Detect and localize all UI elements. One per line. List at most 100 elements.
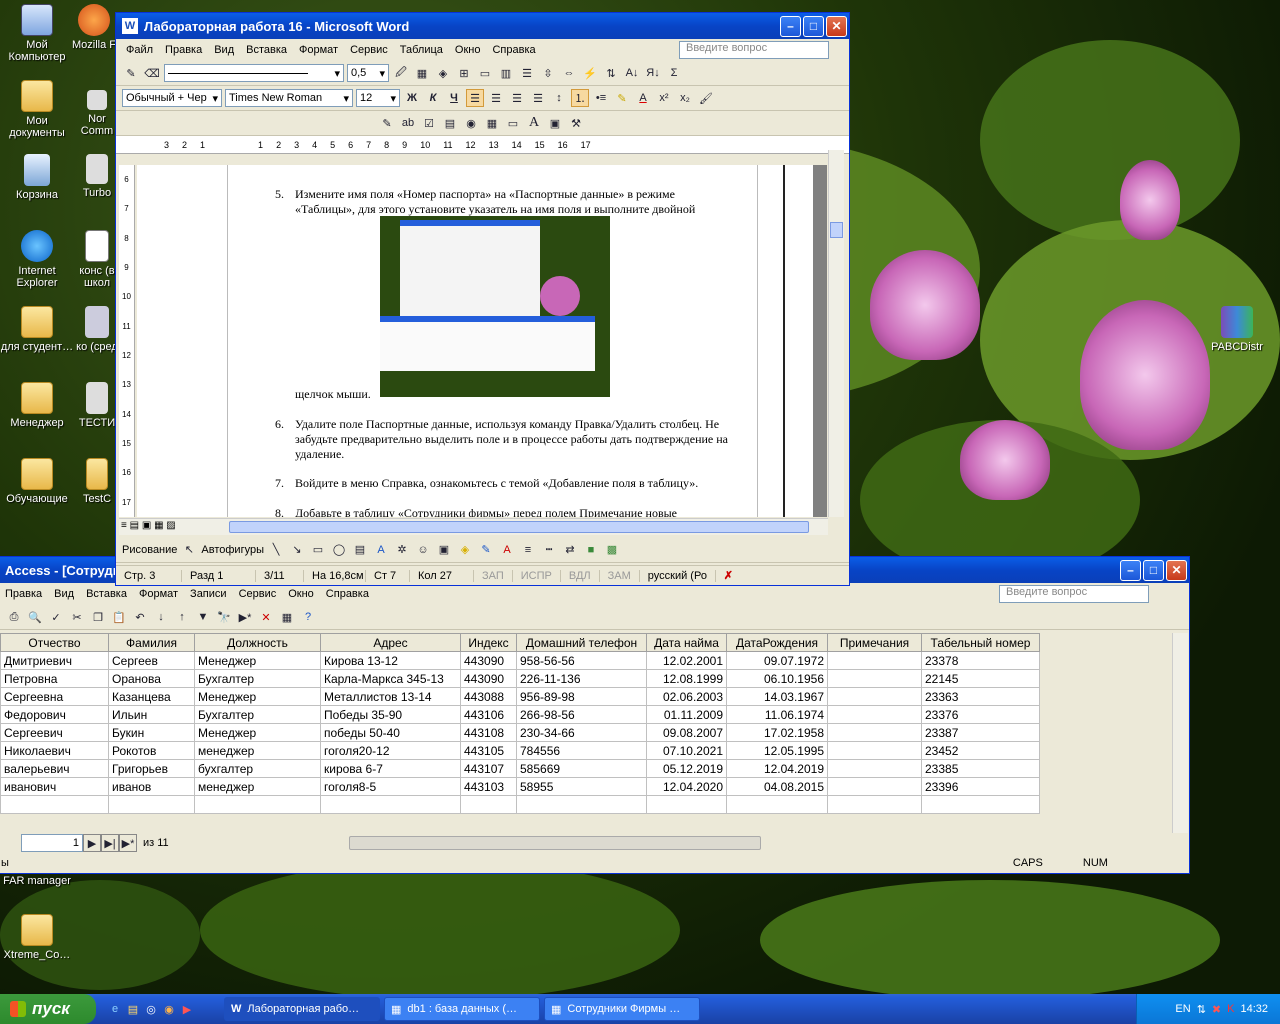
cell[interactable] bbox=[921, 795, 1040, 814]
cell[interactable]: 443103 bbox=[460, 777, 517, 796]
border-color-icon[interactable]: 🖉 bbox=[392, 64, 410, 82]
font-select[interactable]: Times New Roman ▾ bbox=[225, 89, 353, 107]
cell[interactable]: 14.03.1967 bbox=[726, 687, 828, 706]
start-button[interactable]: пуск bbox=[0, 994, 96, 1024]
cell[interactable]: Менеджер bbox=[194, 687, 321, 706]
access-vertical-scrollbar[interactable] bbox=[1172, 633, 1188, 833]
cell[interactable]: Петровна bbox=[0, 669, 109, 688]
word-question-box[interactable]: Введите вопрос bbox=[679, 41, 829, 59]
cell[interactable]: Менеджер bbox=[194, 723, 321, 742]
menu-view[interactable]: Вид bbox=[48, 588, 80, 600]
cell[interactable] bbox=[516, 795, 647, 814]
wordart-icon[interactable]: A bbox=[525, 114, 543, 132]
autoformat-icon[interactable]: ⚡ bbox=[581, 64, 599, 82]
preview-icon[interactable]: 🔍 bbox=[26, 608, 44, 626]
embedded-screenshot[interactable] bbox=[380, 216, 610, 397]
cell[interactable] bbox=[108, 795, 195, 814]
superscript-icon[interactable]: x² bbox=[655, 89, 673, 107]
status-ovr[interactable]: ЗАМ bbox=[600, 569, 640, 582]
cell[interactable]: 443106 bbox=[460, 705, 517, 724]
taskbar-item-db1[interactable]: ▦ db1 : база данных (… bbox=[384, 997, 540, 1021]
desktop-icon-menedzher[interactable]: Менеджер bbox=[0, 382, 74, 429]
delete-record-icon[interactable]: ✕ bbox=[257, 608, 275, 626]
autosum-icon[interactable]: Σ bbox=[665, 64, 683, 82]
insert-table-icon[interactable]: ⊞ bbox=[455, 64, 473, 82]
cell[interactable] bbox=[827, 723, 922, 742]
subscript-icon[interactable]: x₂ bbox=[676, 89, 694, 107]
cell[interactable]: Казанцева bbox=[108, 687, 195, 706]
oval-icon[interactable]: ◯ bbox=[330, 541, 348, 559]
cell[interactable]: 23452 bbox=[921, 741, 1040, 760]
cell[interactable]: 12.08.1999 bbox=[646, 669, 727, 688]
select-objects-icon[interactable]: ↖ bbox=[180, 541, 198, 559]
cell[interactable]: Сергеевич bbox=[0, 723, 109, 742]
frame-icon[interactable]: ▭ bbox=[504, 114, 522, 132]
cell[interactable]: бухгалтер bbox=[194, 759, 321, 778]
cell[interactable]: 04.08.2015 bbox=[726, 777, 828, 796]
column-header[interactable]: Табельный номер bbox=[921, 633, 1040, 652]
cell[interactable]: Победы 35-90 bbox=[320, 705, 461, 724]
cell[interactable]: 784556 bbox=[516, 741, 647, 760]
player-quicklaunch-icon[interactable]: ▶ bbox=[178, 1000, 196, 1018]
cut-icon[interactable]: ✂ bbox=[68, 608, 86, 626]
rectangle-icon[interactable]: ▭ bbox=[309, 541, 327, 559]
status-rec[interactable]: ЗАП bbox=[474, 569, 513, 582]
cell[interactable] bbox=[194, 795, 321, 814]
table-row[interactable]: Сергеевич Букин Менеджер победы 50-40 443108… bbox=[0, 723, 1040, 742]
cell[interactable]: 585669 bbox=[516, 759, 647, 778]
cell[interactable] bbox=[827, 651, 922, 670]
justify-icon[interactable]: ☰ bbox=[529, 89, 547, 107]
line-color-icon[interactable]: ✎ bbox=[477, 541, 495, 559]
cell[interactable]: Букин bbox=[108, 723, 195, 742]
cell[interactable]: Сергеевна bbox=[0, 687, 109, 706]
cell[interactable] bbox=[320, 795, 461, 814]
cell[interactable]: 443108 bbox=[460, 723, 517, 742]
word-vertical-scrollbar[interactable] bbox=[828, 150, 844, 517]
cell[interactable]: Оранова bbox=[108, 669, 195, 688]
clipart-icon[interactable]: ☺ bbox=[414, 541, 432, 559]
cell[interactable]: 06.10.1956 bbox=[726, 669, 828, 688]
desktop-icon-dlya-studentov[interactable]: для студент… bbox=[0, 306, 74, 353]
cell[interactable]: 443105 bbox=[460, 741, 517, 760]
menu-records[interactable]: Записи bbox=[184, 588, 233, 600]
new-record-icon[interactable]: ▶* bbox=[236, 608, 254, 626]
underline-icon[interactable]: Ч bbox=[445, 89, 463, 107]
cell[interactable] bbox=[827, 777, 922, 796]
cell[interactable]: 09.08.2007 bbox=[646, 723, 727, 742]
dropdown-field-icon[interactable]: ▤ bbox=[441, 114, 459, 132]
cell[interactable]: Федорович bbox=[0, 705, 109, 724]
tools-icon[interactable]: ⚒ bbox=[567, 114, 585, 132]
column-header[interactable]: Адрес bbox=[320, 633, 461, 652]
media-quicklaunch-icon[interactable]: ◉ bbox=[160, 1000, 178, 1018]
table-row[interactable]: Федорович Ильин Бухгалтер Победы 35-90 44310… bbox=[0, 705, 1040, 724]
cell[interactable]: 266-98-56 bbox=[516, 705, 647, 724]
fill-color-icon[interactable]: ◈ bbox=[456, 541, 474, 559]
word-horizontal-scrollbar[interactable]: ≡ ▤ ▣ ▦ ▨ bbox=[119, 518, 828, 535]
menu-table[interactable]: Таблица bbox=[394, 44, 449, 56]
table-row[interactable]: Петровна Оранова Бухгалтер Карла-Маркса 345… bbox=[0, 669, 1040, 688]
distribute-cols-icon[interactable]: ⇔ bbox=[560, 64, 578, 82]
cell[interactable]: 12.04.2020 bbox=[646, 777, 727, 796]
cell[interactable]: 443107 bbox=[460, 759, 517, 778]
desktop-icon-testc[interactable]: TestC bbox=[74, 458, 120, 505]
cell[interactable]: 226-11-136 bbox=[516, 669, 647, 688]
merge-cells-icon[interactable]: ▭ bbox=[476, 64, 494, 82]
desktop-icon-obuchayushchie[interactable]: Обучающие bbox=[0, 458, 74, 505]
cell[interactable]: Николаевич bbox=[0, 741, 109, 760]
next-record-icon[interactable]: ▶ bbox=[83, 834, 101, 852]
taskbar-item-word[interactable]: W Лабораторная рабо… bbox=[224, 997, 380, 1021]
table-row[interactable]: Дмитриевич Сергеев Менеджер Кирова 13-12 443… bbox=[0, 651, 1040, 670]
cell[interactable]: валерьевич bbox=[0, 759, 109, 778]
cell[interactable]: иванов bbox=[108, 777, 195, 796]
sort-desc-icon[interactable]: Я↓ bbox=[644, 64, 662, 82]
shadow-icon[interactable]: ■ bbox=[582, 541, 600, 559]
cell[interactable]: Кирова 13-12 bbox=[320, 651, 461, 670]
cell[interactable]: 07.10.2021 bbox=[646, 741, 727, 760]
menu-edit[interactable]: Правка bbox=[0, 588, 48, 600]
last-record-icon[interactable]: ▶| bbox=[101, 834, 119, 852]
cell[interactable]: 02.06.2003 bbox=[646, 687, 727, 706]
copy-icon[interactable]: ❐ bbox=[89, 608, 107, 626]
menu-format[interactable]: Формат bbox=[293, 44, 344, 56]
cell[interactable]: Рокотов bbox=[108, 741, 195, 760]
cell[interactable]: Сергеев bbox=[108, 651, 195, 670]
